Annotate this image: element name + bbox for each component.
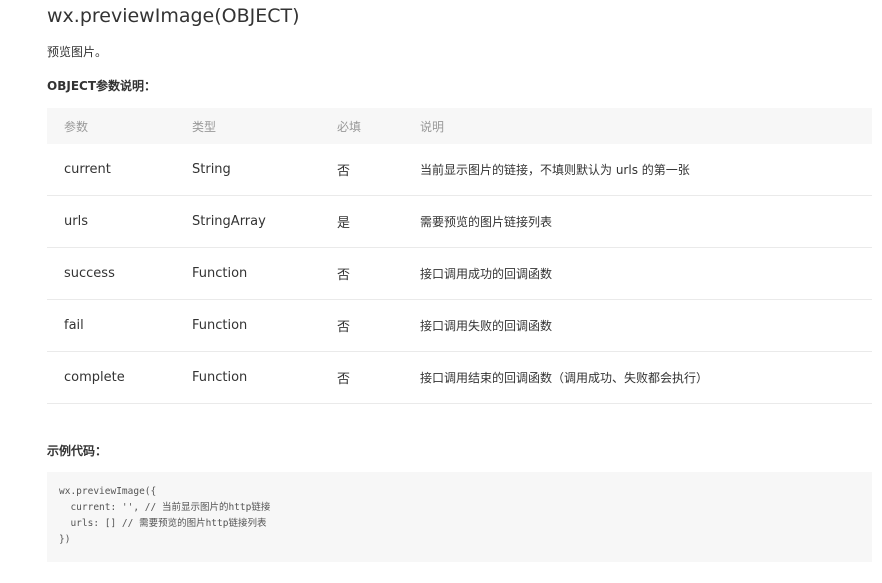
code-line: })	[59, 534, 71, 545]
param-description: 接口调用结束的回调函数（调用成功、失败都会执行）	[420, 371, 709, 385]
table-header: 参数 类型 必填 说明	[47, 108, 872, 144]
param-required: 否	[337, 268, 351, 283]
param-required: 否	[337, 164, 351, 179]
param-name: urls	[64, 214, 88, 229]
param-type: String	[192, 162, 231, 177]
param-name: success	[64, 266, 115, 281]
param-required: 否	[337, 320, 351, 335]
page-title: wx.previewImage(OBJECT)	[47, 5, 300, 27]
param-required: 是	[337, 216, 351, 231]
example-heading: 示例代码：	[47, 444, 108, 458]
param-type: Function	[192, 370, 248, 385]
header-description: 说明	[420, 119, 445, 134]
param-name: fail	[64, 318, 84, 333]
table-row: current String 否 当前显示图片的链接，不填则默认为 urls 的…	[47, 144, 872, 196]
header-required: 必填	[337, 119, 362, 134]
code-line: wx.previewImage({	[59, 486, 157, 497]
param-type: StringArray	[192, 214, 266, 229]
param-required: 否	[337, 372, 351, 387]
param-type: Function	[192, 318, 248, 333]
params-table: 参数 类型 必填 说明 current String 否 当前显示图片的链接，不…	[47, 108, 872, 404]
header-type: 类型	[192, 119, 217, 134]
code-block[interactable]: wx.previewImage({ current: '', // 当前显示图片…	[47, 472, 872, 562]
param-type: Function	[192, 266, 248, 281]
table-row: fail Function 否 接口调用失败的回调函数	[47, 300, 872, 352]
code-line: current: '', // 当前显示图片的http链接	[59, 502, 271, 513]
table-row: complete Function 否 接口调用结束的回调函数（调用成功、失败都…	[47, 352, 872, 404]
param-description: 接口调用失败的回调函数	[420, 319, 553, 333]
page-description: 预览图片。	[47, 45, 108, 59]
param-description: 需要预览的图片链接列表	[420, 215, 553, 229]
table-row: success Function 否 接口调用成功的回调函数	[47, 248, 872, 300]
params-heading: OBJECT参数说明：	[47, 79, 157, 93]
param-name: complete	[64, 370, 125, 385]
param-description: 当前显示图片的链接，不填则默认为 urls 的第一张	[420, 163, 690, 177]
code-line: urls: [] // 需要预览的图片http链接列表	[59, 518, 267, 529]
param-description: 接口调用成功的回调函数	[420, 267, 553, 281]
param-name: current	[64, 162, 111, 177]
table-row: urls StringArray 是 需要预览的图片链接列表	[47, 196, 872, 248]
header-param: 参数	[64, 119, 89, 134]
